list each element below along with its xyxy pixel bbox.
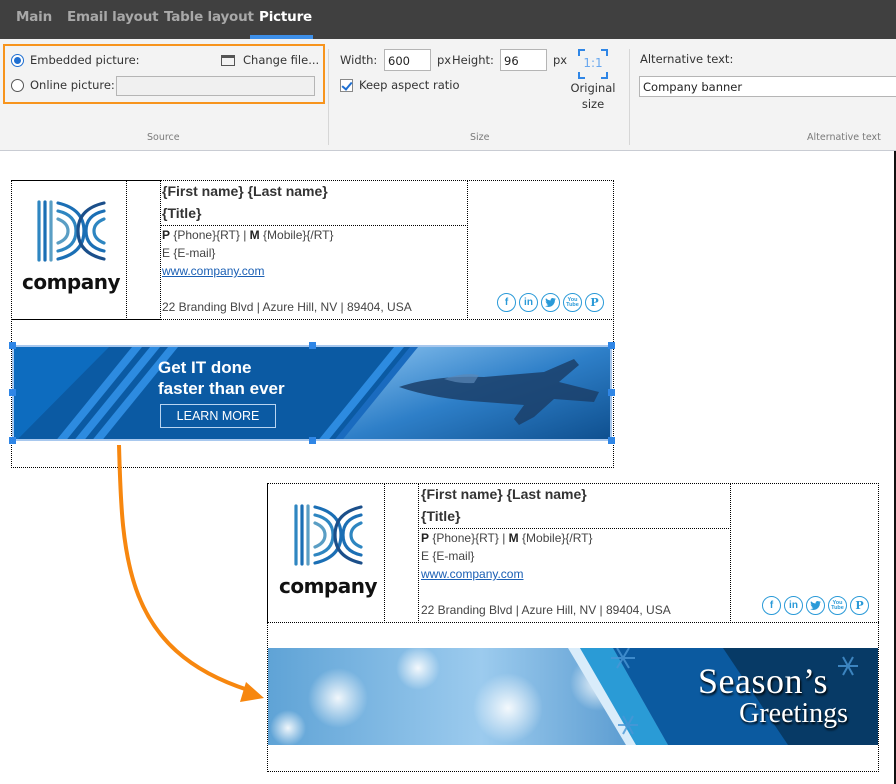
- title-placeholder: {Title}: [162, 205, 202, 221]
- greetings-subtitle: Greetings: [739, 698, 848, 729]
- alt-text-input[interactable]: Company banner: [639, 76, 896, 97]
- resize-handle-tr[interactable]: [608, 342, 615, 349]
- name-placeholder: {First name} {Last name}: [162, 183, 328, 199]
- keep-aspect-ratio-checkbox[interactable]: Keep aspect ratio: [340, 78, 460, 92]
- tab-picture[interactable]: Picture: [259, 9, 312, 25]
- banner-headline: Get IT done faster than ever: [158, 358, 285, 398]
- source-group-label: Source: [147, 132, 180, 143]
- tab-bar: Main Email layout Table layout Picture: [0, 0, 896, 39]
- resize-handle-br[interactable]: [608, 437, 615, 444]
- phone-line: P {Phone}{RT} | M {Mobile}{/RT}: [421, 531, 593, 545]
- width-label: Width:: [340, 53, 378, 67]
- resize-handle-tl[interactable]: [9, 342, 16, 349]
- youtube-icon[interactable]: You Tube: [563, 293, 582, 312]
- resize-handle-l[interactable]: [9, 389, 16, 396]
- width-input[interactable]: 600: [384, 49, 431, 71]
- online-picture-radio[interactable]: Online picture:: [11, 78, 115, 92]
- tab-table-layout[interactable]: Table layout: [164, 9, 254, 25]
- resize-handle-bl[interactable]: [9, 437, 16, 444]
- twitter-icon[interactable]: [541, 293, 560, 312]
- social-icons: f in You Tube P: [497, 293, 604, 312]
- youtube-icon[interactable]: You Tube: [828, 596, 847, 615]
- resize-handle-b[interactable]: [309, 437, 316, 444]
- original-size-button[interactable]: 1:1 Original size: [568, 49, 618, 112]
- linkedin-icon[interactable]: in: [784, 596, 803, 615]
- alt-text-group-label: Alternative text: [807, 132, 881, 143]
- title-placeholder: {Title}: [421, 508, 461, 524]
- twitter-icon[interactable]: [806, 596, 825, 615]
- size-group-label: Size: [470, 132, 490, 143]
- online-picture-label: Online picture:: [30, 78, 115, 92]
- pinterest-icon[interactable]: P: [850, 596, 869, 615]
- change-file-button[interactable]: Change file...: [221, 53, 319, 67]
- company-logo-text: company: [279, 574, 378, 598]
- facebook-icon[interactable]: f: [762, 596, 781, 615]
- original-size-icon: 1:1: [578, 49, 608, 79]
- alt-text-label: Alternative text:: [640, 52, 734, 66]
- email-line: E {E-mail}: [421, 549, 475, 563]
- facebook-icon[interactable]: f: [497, 293, 516, 312]
- radio-checked-icon: [11, 53, 24, 67]
- address-line: 22 Branding Blvd | Azure Hill, NV | 8940…: [162, 300, 412, 314]
- embedded-picture-radio[interactable]: Embedded picture:: [11, 53, 140, 67]
- address-line: 22 Branding Blvd | Azure Hill, NV | 8940…: [421, 603, 671, 617]
- learn-more-button[interactable]: LEARN MORE: [160, 404, 276, 428]
- height-label: Height:: [452, 53, 494, 67]
- company-logo-text: company: [22, 270, 121, 294]
- name-placeholder: {First name} {Last name}: [421, 486, 587, 502]
- keep-aspect-ratio-label: Keep aspect ratio: [359, 78, 460, 92]
- pinterest-icon[interactable]: P: [585, 293, 604, 312]
- radio-unchecked-icon: [11, 78, 24, 92]
- resize-handle-r[interactable]: [608, 389, 615, 396]
- banner-image-it[interactable]: Get IT done faster than ever LEARN MORE: [12, 345, 612, 441]
- online-picture-url-input[interactable]: [116, 76, 315, 96]
- company-logo-icon: [37, 200, 106, 262]
- group-divider: [328, 49, 329, 145]
- original-size-label-1: Original: [570, 81, 616, 95]
- phone-line: P {Phone}{RT} | M {Mobile}{/RT}: [162, 228, 334, 242]
- original-size-label-2: size: [581, 97, 605, 111]
- checkmark-icon: [340, 78, 353, 92]
- embedded-picture-label: Embedded picture:: [30, 53, 140, 67]
- resize-handle-t[interactable]: [309, 342, 316, 349]
- banner-image-seasons-greetings[interactable]: Season’s Greetings: [268, 648, 878, 745]
- picture-ribbon: Embedded picture: Change file... Online …: [0, 39, 896, 151]
- website-link[interactable]: www.company.com: [421, 567, 523, 581]
- tab-main[interactable]: Main: [16, 9, 52, 25]
- height-unit: px: [553, 53, 568, 67]
- website-link[interactable]: www.company.com: [162, 264, 264, 278]
- group-divider: [629, 49, 630, 145]
- banner-stripes: [14, 347, 610, 439]
- email-line: E {E-mail}: [162, 246, 216, 260]
- change-file-label: Change file...: [243, 53, 320, 67]
- linkedin-icon[interactable]: in: [519, 293, 538, 312]
- width-unit: px: [437, 53, 452, 67]
- seasons-title: Season’s: [698, 661, 828, 701]
- height-input[interactable]: 96: [500, 49, 547, 71]
- social-icons: f in You Tube P: [762, 596, 869, 615]
- tab-email-layout[interactable]: Email layout: [67, 9, 159, 25]
- company-logo-icon: [294, 504, 363, 566]
- folder-icon: [221, 54, 235, 66]
